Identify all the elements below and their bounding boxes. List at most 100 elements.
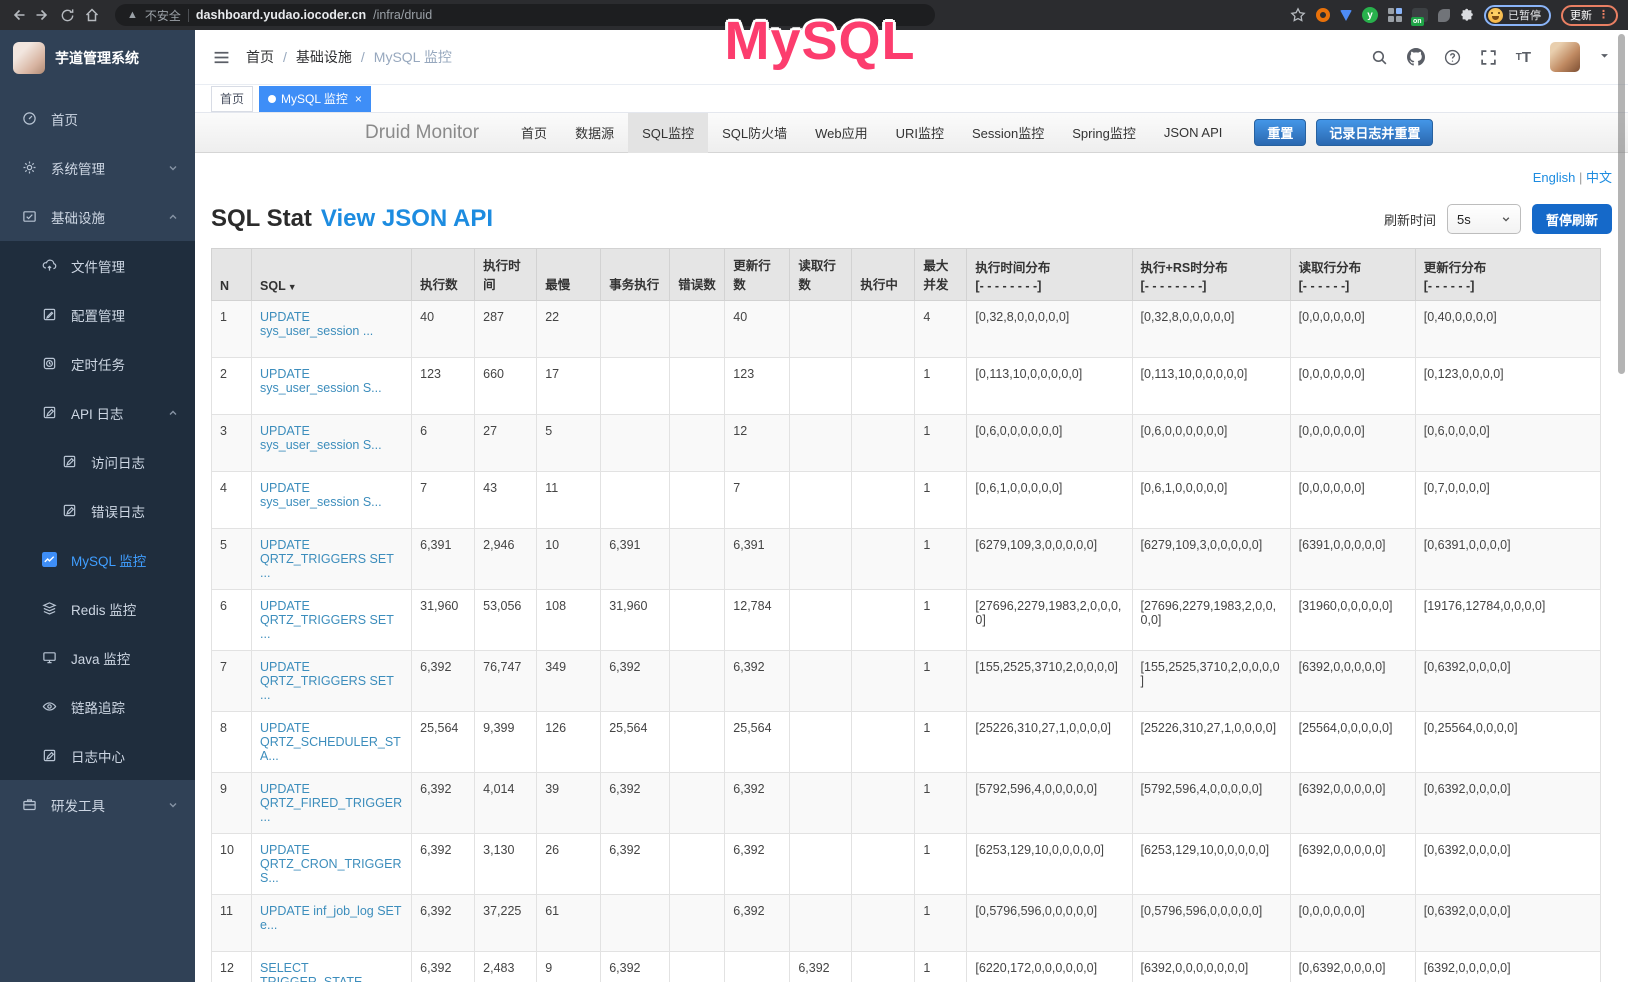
search-icon[interactable] (1371, 49, 1388, 66)
reset-button[interactable]: 重置 (1254, 119, 1306, 146)
table-row: 1UPDATE sys_user_session ...4028722404[0… (212, 301, 1601, 358)
sql-link[interactable]: UPDATE inf_job_log SET e... (260, 904, 401, 932)
sql-link[interactable]: UPDATE QRTZ_TRIGGERS SET ... (260, 599, 394, 641)
sidebar-item-错误日志[interactable]: 错误日志 (0, 486, 195, 535)
cell: 6,392 (412, 773, 475, 834)
tag-MySQL 监控[interactable]: MySQL 监控× (259, 86, 371, 112)
sidebar-item-链路追踪[interactable]: 链路追踪 (0, 682, 195, 731)
sidebar-logo[interactable]: 芋道管理系统 (0, 30, 195, 86)
sql-link[interactable]: UPDATE sys_user_session S... (260, 424, 382, 452)
fullscreen-icon[interactable] (1480, 49, 1497, 66)
druid-nav-Session监控[interactable]: Session监控 (958, 113, 1058, 153)
tag-首页[interactable]: 首页 (211, 86, 253, 112)
druid-nav-首页[interactable]: 首页 (507, 113, 561, 153)
col-header-最慢: 最慢 (537, 249, 601, 301)
extension-donut-icon[interactable] (1316, 8, 1330, 22)
table-row: 3UPDATE sys_user_session S...6275121[0,6… (212, 415, 1601, 472)
view-json-api-link[interactable]: View JSON API (321, 205, 493, 233)
forward-icon[interactable] (35, 7, 51, 23)
sidebar-item-日志中心[interactable]: 日志中心 (0, 731, 195, 780)
kebab-menu-icon[interactable]: ⋮ (1598, 10, 1609, 20)
sidebar-item-定时任务[interactable]: 定时任务 (0, 339, 195, 388)
sql-link[interactable]: UPDATE QRTZ_TRIGGERS SET ... (260, 538, 394, 580)
cell: 2 (212, 358, 252, 415)
sql-link[interactable]: SELECT TRIGGER_STATE (260, 961, 362, 982)
sidebar-item-访问日志[interactable]: 访问日志 (0, 437, 195, 486)
sql-link[interactable]: UPDATE sys_user_session S... (260, 367, 382, 395)
user-avatar[interactable] (1550, 42, 1580, 72)
col-header-执行数: 执行数 (412, 249, 475, 301)
cell: [0,0,0,0,0,0] (1290, 895, 1415, 952)
help-icon[interactable] (1444, 49, 1461, 66)
github-icon[interactable] (1407, 48, 1425, 66)
cell: 6,391 (412, 529, 475, 590)
sidebar-item-基础设施[interactable]: 基础设施 (0, 192, 195, 241)
extension-leaf-icon[interactable] (1438, 9, 1450, 22)
sidebar-item-文件管理[interactable]: 文件管理 (0, 241, 195, 290)
browser-update-button[interactable]: 更新 ⋮ (1561, 5, 1618, 26)
eye-icon (42, 699, 59, 714)
menu-fold-icon[interactable] (213, 49, 230, 66)
extension-y-icon[interactable]: y (1362, 7, 1378, 23)
chrome-toolbar-right: y on 已暂停 更新 ⋮ (1290, 5, 1618, 26)
extension-pin-icon[interactable] (1340, 10, 1352, 21)
cell: 1 (915, 472, 967, 529)
druid-nav-URI监控[interactable]: URI监控 (882, 113, 958, 153)
druid-buttons: 重置 记录日志并重置 (1254, 119, 1433, 146)
sidebar-item-配置管理[interactable]: 配置管理 (0, 290, 195, 339)
cell (790, 651, 852, 712)
druid-nav-JSON API[interactable]: JSON API (1150, 113, 1237, 153)
druid-nav-Spring监控[interactable]: Spring监控 (1058, 113, 1150, 153)
sidebar-item-Redis 监控[interactable]: Redis 监控 (0, 584, 195, 633)
cell: 1 (915, 952, 967, 982)
tags-bar: 首页MySQL 监控× (195, 85, 1628, 113)
sql-link[interactable]: UPDATE sys_user_session S... (260, 481, 382, 509)
sidebar-item-API 日志[interactable]: API 日志 (0, 388, 195, 437)
sql-link[interactable]: UPDATE QRTZ_TRIGGERS SET ... (260, 660, 394, 702)
sidebar-item-Java 监控[interactable]: Java 监控 (0, 633, 195, 682)
lang-link-English[interactable]: English (1533, 170, 1576, 185)
font-size-icon[interactable]: TT (1516, 49, 1531, 66)
druid-nav-SQL监控[interactable]: SQL监控 (628, 113, 708, 153)
sql-link[interactable]: UPDATE QRTZ_FIRED_TRIGGER... (260, 782, 402, 824)
pause-refresh-button[interactable]: 暂停刷新 (1532, 204, 1612, 234)
breadcrumb-item[interactable]: 首页 (246, 47, 274, 67)
sql-link[interactable]: UPDATE sys_user_session ... (260, 310, 373, 338)
col-header-SQL[interactable]: SQL▼ (252, 249, 412, 301)
bookmark-star-icon[interactable] (1290, 7, 1306, 23)
cell: 27 (475, 415, 537, 472)
cell: [0,6392,0,0,0,0] (1290, 952, 1415, 982)
sidebar-item-系统管理[interactable]: 系统管理 (0, 143, 195, 192)
cell-sql: UPDATE sys_user_session S... (252, 472, 412, 529)
breadcrumb-item[interactable]: 基础设施 (296, 47, 352, 67)
sidebar-item-首页[interactable]: 首页 (0, 94, 195, 143)
reload-icon[interactable] (60, 8, 75, 23)
extensions-puzzle-icon[interactable] (1460, 8, 1474, 22)
browser-profile-pill[interactable]: 已暂停 (1484, 5, 1551, 26)
sidebar-item-MySQL 监控[interactable]: MySQL 监控 (0, 535, 195, 584)
extension-squares-icon[interactable] (1388, 8, 1402, 22)
chevron-down-icon[interactable] (1599, 48, 1610, 66)
cell: [0,6391,0,0,0,0] (1415, 529, 1600, 590)
extension-onebox-icon[interactable]: on (1412, 8, 1428, 22)
col-header-执行+RS时分布: 执行+RS时分布[- - - - - - - -] (1132, 249, 1290, 301)
sql-link[interactable]: UPDATE QRTZ_CRON_TRIGGERS... (260, 843, 401, 885)
sidebar-item-研发工具[interactable]: 研发工具 (0, 780, 195, 829)
home-icon[interactable] (84, 7, 100, 23)
druid-nav-数据源[interactable]: 数据源 (561, 113, 628, 153)
cell: 1 (212, 301, 252, 358)
cell: 31,960 (412, 590, 475, 651)
sql-link[interactable]: UPDATE QRTZ_SCHEDULER_STA... (260, 721, 401, 763)
cell: 1 (915, 895, 967, 952)
scrollbar-thumb[interactable] (1618, 34, 1625, 374)
log-and-reset-button[interactable]: 记录日志并重置 (1316, 119, 1433, 146)
druid-nav-SQL防火墙[interactable]: SQL防火墙 (708, 113, 801, 153)
cell: [6392,0,0,0,0,0] (1290, 773, 1415, 834)
tag-close-icon[interactable]: × (355, 92, 362, 106)
cell: 6,392 (725, 773, 790, 834)
sidebar-item-label: 链路追踪 (71, 697, 179, 717)
back-icon[interactable] (10, 7, 26, 23)
druid-nav-Web应用[interactable]: Web应用 (801, 113, 882, 153)
refresh-interval-select[interactable]: 5s (1447, 204, 1521, 234)
lang-link-中文[interactable]: 中文 (1586, 170, 1612, 185)
